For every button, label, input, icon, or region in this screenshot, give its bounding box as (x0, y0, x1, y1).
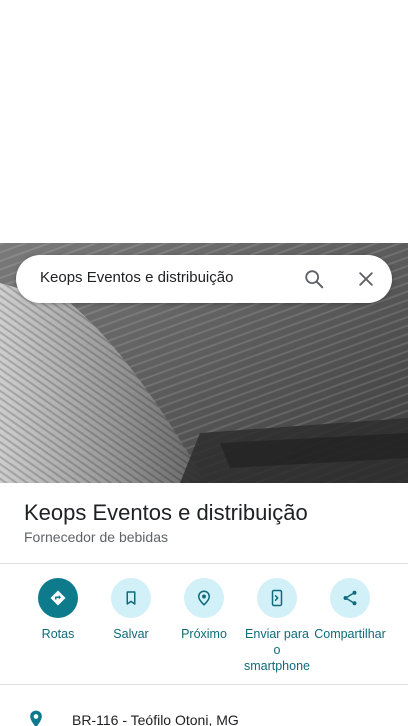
directions-circle (38, 578, 78, 618)
address-row[interactable]: BR-116 - Teófilo Otoni, MG (0, 690, 408, 726)
save-button[interactable]: Salvar (94, 578, 168, 642)
share-label: Compartilhar (314, 627, 386, 641)
search-button[interactable] (300, 265, 328, 293)
directions-button[interactable]: Rotas (21, 578, 95, 642)
maps-place-panel: Keops Eventos e distribuição Keops Event… (0, 0, 408, 726)
share-button[interactable]: Compartilhar (313, 578, 387, 642)
nearby-circle (184, 578, 224, 618)
send-to-phone-circle (257, 578, 297, 618)
directions-label: Rotas (41, 627, 75, 641)
nearby-label: Próximo (181, 627, 227, 641)
search-query-text[interactable]: Keops Eventos e distribuição (40, 269, 233, 286)
share-icon (343, 590, 357, 606)
action-bar: Rotas Salvar Próximo Enviar para o smart… (0, 564, 408, 684)
search-icon (305, 270, 324, 289)
nearby-icon (197, 590, 211, 606)
nearby-button[interactable]: Próximo (167, 578, 241, 642)
place-title: Keops Eventos e distribuição (24, 500, 308, 525)
save-label: Salvar (113, 627, 149, 641)
send-to-phone-icon (271, 589, 283, 607)
save-circle (111, 578, 151, 618)
send-to-phone-label: Enviar para o smartphone (243, 627, 310, 673)
place-category[interactable]: Fornecedor de bebidas (24, 529, 168, 545)
blank-area (0, 0, 408, 243)
location-pin-icon (30, 710, 42, 726)
place-header: Keops Eventos e distribuição Fornecedor … (0, 483, 408, 563)
divider (0, 684, 408, 685)
close-icon (359, 272, 373, 286)
share-circle (330, 578, 370, 618)
bookmark-icon (126, 591, 136, 605)
clear-search-button[interactable] (352, 265, 380, 293)
send-to-phone-button[interactable]: Enviar para o smartphone (240, 578, 314, 674)
address-text: BR-116 - Teófilo Otoni, MG (72, 712, 239, 726)
search-bar[interactable]: Keops Eventos e distribuição (16, 255, 392, 303)
directions-icon (50, 590, 66, 606)
